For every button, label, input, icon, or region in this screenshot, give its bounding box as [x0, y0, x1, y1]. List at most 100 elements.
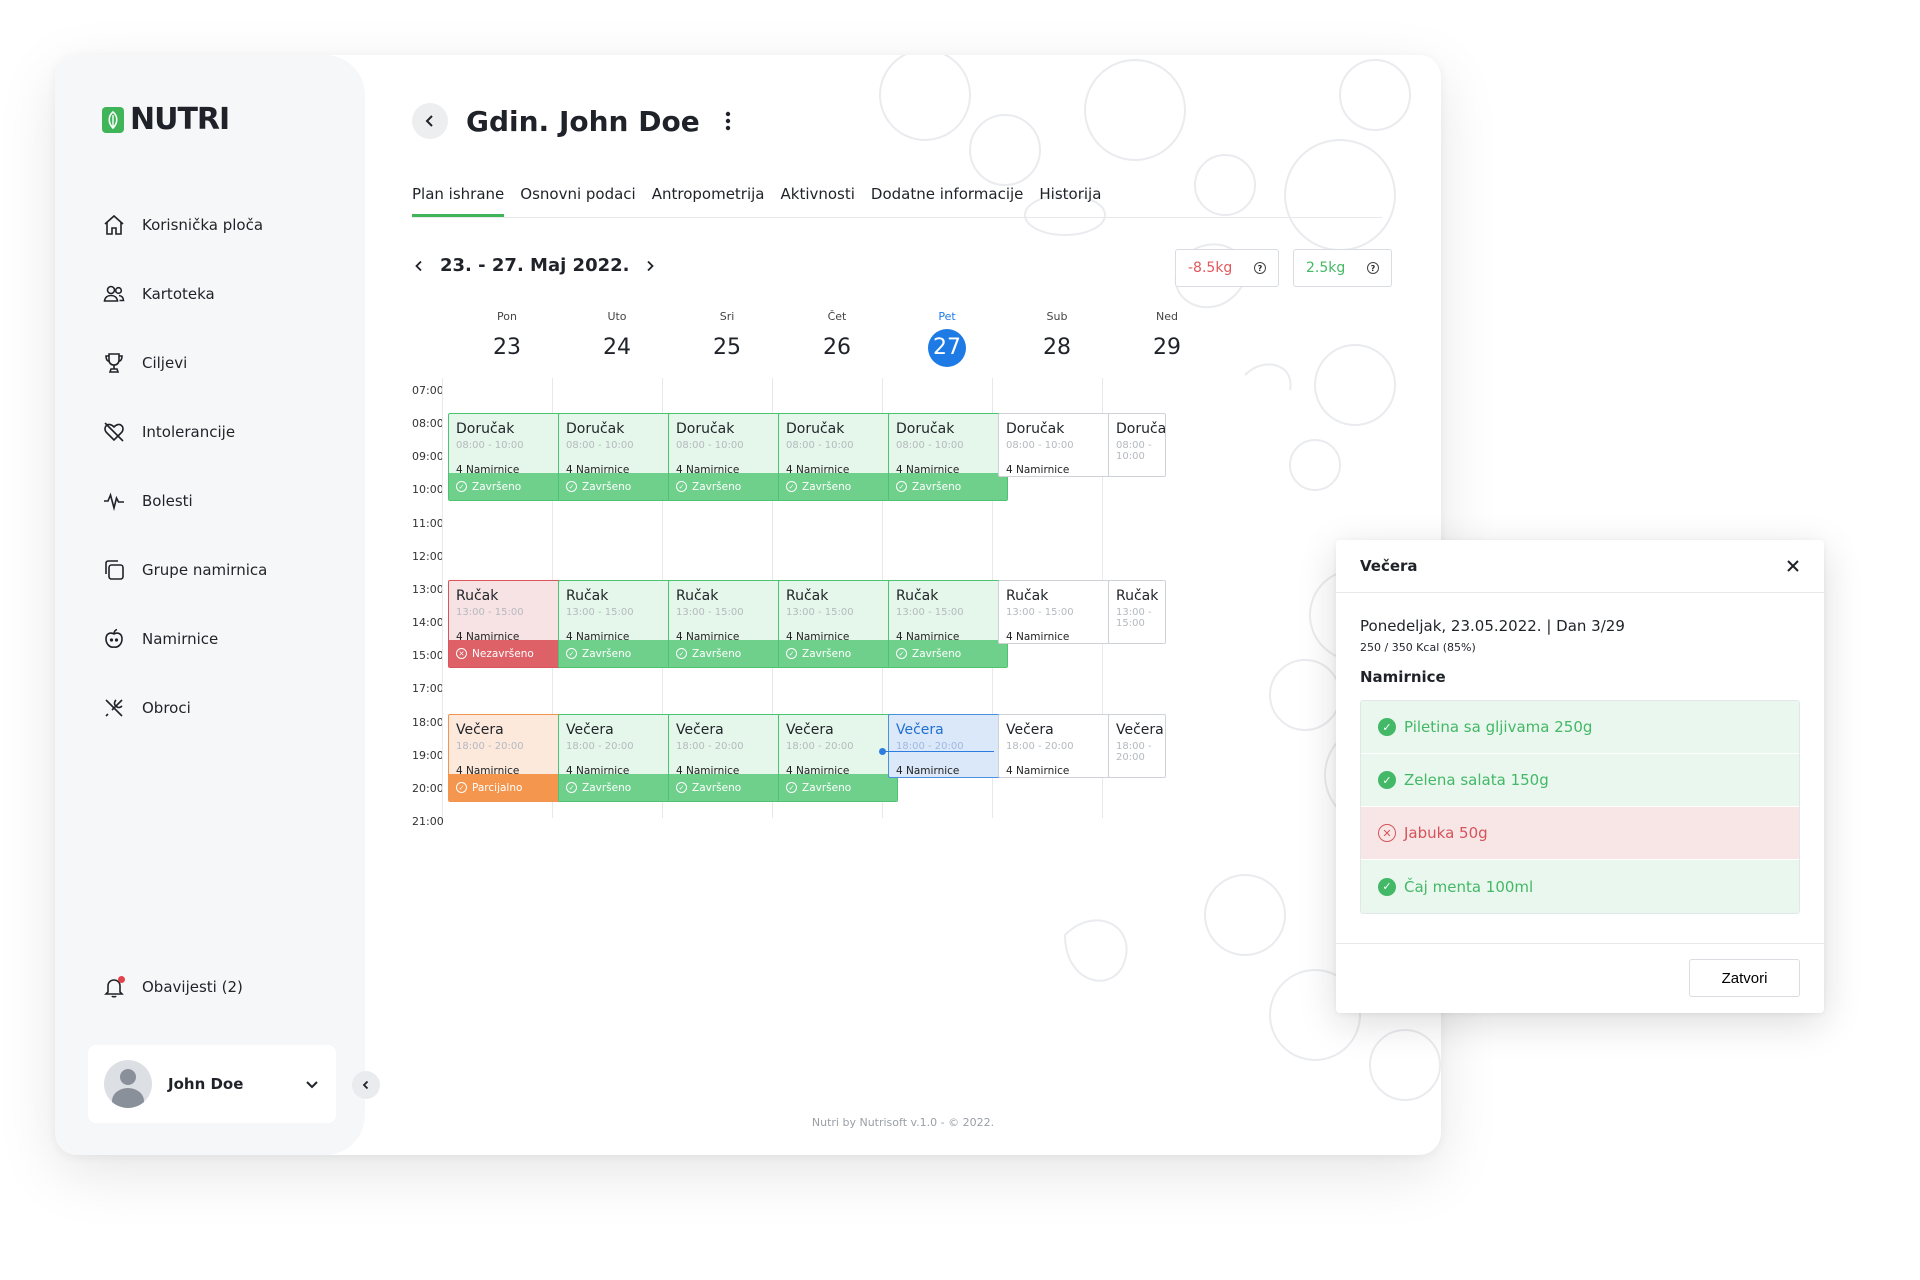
meal-status-badge: ✓ Završeno	[669, 473, 787, 500]
next-week-button[interactable]	[643, 259, 657, 273]
meal-card[interactable]: Doručak 08:00 - 10:00 4 Namirnice ✓ Završeno	[888, 413, 1008, 501]
check-circle-icon: ✓	[786, 782, 797, 793]
arrow-left-icon	[425, 115, 433, 127]
sidebar-item-food-groups[interactable]: Grupe namirnica	[102, 535, 342, 604]
meal-status-label: Završeno	[582, 647, 632, 660]
app-window: NUTRI Korisnička ploča Kartoteka Ciljevi…	[55, 55, 1441, 1155]
meal-card[interactable]: Večera18:00 - 20:004 Namirnice	[1108, 714, 1166, 778]
ingredient-row[interactable]: ✓ Čaj menta 100ml	[1361, 860, 1799, 913]
meal-time: 08:00 - 10:00	[676, 440, 744, 451]
time-label: 11:00	[412, 517, 444, 530]
close-button[interactable]: Zatvori	[1689, 959, 1800, 997]
check-circle-icon: ✓	[676, 648, 687, 659]
meal-title: Večera	[896, 722, 944, 738]
tab-anthropometry[interactable]: Antropometrija	[652, 185, 765, 217]
notifications-label: Obavijesti (2)	[142, 978, 243, 996]
pulse-icon	[104, 492, 124, 511]
meal-card[interactable]: Ručak 13:00 - 15:00 4 Namirnice ✓ Završeno	[558, 580, 678, 668]
sidebar-item-goals[interactable]: Ciljevi	[102, 328, 342, 397]
sidebar-item-label: Intolerancije	[142, 422, 236, 441]
day-header[interactable]: Ned 29	[1100, 310, 1234, 367]
current-time-dot	[879, 748, 886, 755]
time-label: 19:00	[412, 749, 444, 762]
meal-status-label: Završeno	[912, 647, 962, 660]
meal-card[interactable]: Doručak 08:00 - 10:00 4 Namirnice ✓ Završeno	[558, 413, 678, 501]
back-button[interactable]	[412, 103, 448, 139]
meal-time: 18:00 - 20:00	[1006, 741, 1074, 752]
sidebar-item-records[interactable]: Kartoteka	[102, 259, 342, 328]
sidebar-item-label: Korisnička ploča	[142, 215, 264, 234]
meal-card[interactable]: Ručak 13:00 - 15:00 4 Namirnice ✓ Završeno	[668, 580, 788, 668]
meal-card[interactable]: Večera18:00 - 20:004 Namirnice	[998, 714, 1118, 778]
user-menu[interactable]: John Doe	[88, 1045, 336, 1123]
meal-card[interactable]: Večera 18:00 - 20:00 4 Namirnice ✓ Završeno	[778, 714, 898, 802]
time-label: 18:00	[412, 716, 444, 729]
week-range-label: 23. - 27. Maj 2022.	[440, 255, 630, 276]
sidebar-item-diseases[interactable]: Bolesti	[102, 466, 342, 535]
profile-tabs: Plan ishrane Osnovni podaci Antropometri…	[412, 185, 1382, 218]
ingredient-row[interactable]: ✓ Zelena salata 150g	[1361, 754, 1799, 807]
logo[interactable]: NUTRI	[102, 102, 230, 137]
leaf-icon	[102, 106, 124, 133]
ingredient-label: Čaj menta 100ml	[1404, 877, 1534, 896]
tab-history[interactable]: Historija	[1039, 185, 1101, 217]
meal-card[interactable]: Doručak 08:00 - 10:00 4 Namirnice ✓ Završeno	[668, 413, 788, 501]
day-name: Ned	[1156, 310, 1178, 323]
meal-card[interactable]: Ručak13:00 - 15:004 Namirnice	[998, 580, 1118, 644]
check-circle-icon: ✓	[786, 648, 797, 659]
meal-time: 08:00 - 10:00	[566, 440, 634, 451]
meal-time: 13:00 - 15:00	[1006, 607, 1074, 618]
meal-card[interactable]: Večera18:00 - 20:004 Namirnice	[888, 714, 1008, 778]
meal-card[interactable]: Ručak13:00 - 15:004 Namirnice	[1108, 580, 1166, 644]
close-modal-button[interactable]	[1786, 559, 1800, 573]
sidebar-item-meals[interactable]: Obroci	[102, 673, 342, 742]
modal-header: Večera	[1336, 540, 1824, 593]
time-label: 15:00	[412, 649, 444, 662]
meal-card[interactable]: Doručak 08:00 - 10:00 4 Namirnice ✓ Završeno	[448, 413, 568, 501]
footer-text: Nutri by Nutrisoft v.1.0 - © 2022.	[811, 1116, 995, 1129]
meal-card[interactable]: Ručak 13:00 - 15:00 4 Namirnice ✕ Nezavršeno	[448, 580, 568, 668]
modal-footer: Zatvori	[1336, 943, 1824, 1013]
more-options-button[interactable]	[718, 107, 738, 135]
weight-change-stat[interactable]: -8.5kg ?	[1175, 249, 1279, 287]
weight-target-stat[interactable]: 2.5kg ?	[1293, 249, 1392, 287]
meal-status-badge: ✓ Završeno	[669, 640, 787, 667]
sidebar-item-foods[interactable]: Namirnice	[102, 604, 342, 673]
check-circle-icon: ✓	[566, 782, 577, 793]
page-header: Gdin. John Doe	[412, 103, 738, 139]
meal-card[interactable]: Doručak08:00 - 10:004 Namirnice	[998, 413, 1118, 477]
meal-card[interactable]: Doručak08:00 - 10:004 Namirnice	[1108, 413, 1166, 477]
meal-time: 13:00 - 15:00	[676, 607, 744, 618]
tab-meal-plan[interactable]: Plan ishrane	[412, 185, 505, 217]
meal-status-label: Završeno	[582, 480, 632, 493]
collapse-sidebar-button[interactable]	[352, 1071, 380, 1099]
ingredients-list: ✓ Piletina sa gljivama 250g ✓ Zelena salata…	[1360, 700, 1800, 914]
home-icon	[104, 214, 124, 235]
meal-card[interactable]: Ručak 13:00 - 15:00 4 Namirnice ✓ Završeno	[888, 580, 1008, 668]
sidebar-item-dashboard[interactable]: Korisnička ploča	[102, 190, 342, 259]
sidebar-item-intolerances[interactable]: Intolerancije	[102, 397, 342, 466]
meal-status-label: Završeno	[692, 781, 742, 794]
ingredient-row[interactable]: ✓ Piletina sa gljivama 250g	[1361, 701, 1799, 754]
previous-week-button[interactable]	[412, 259, 426, 273]
meal-card[interactable]: Večera 18:00 - 20:00 4 Namirnice ✓ Završeno	[668, 714, 788, 802]
sidebar-nav: Korisnička ploča Kartoteka Ciljevi Intol…	[102, 190, 342, 742]
check-circle-icon: ✓	[456, 481, 467, 492]
meal-title: Ručak	[896, 588, 939, 604]
meal-status-label: Parcijalno	[472, 781, 523, 794]
tab-basic-data[interactable]: Osnovni podaci	[520, 185, 635, 217]
meal-card[interactable]: Večera 18:00 - 20:00 4 Namirnice ✓ Završeno	[558, 714, 678, 802]
meal-title: Ručak	[456, 588, 499, 604]
check-circle-icon: ✓	[456, 782, 467, 793]
tab-activities[interactable]: Aktivnosti	[781, 185, 855, 217]
cutlery-icon	[105, 698, 123, 717]
meal-card[interactable]: Večera 18:00 - 20:00 4 Namirnice ✓ Parcijaln…	[448, 714, 568, 802]
meal-title: Ručak	[786, 588, 829, 604]
tab-additional-info[interactable]: Dodatne informacije	[871, 185, 1023, 217]
ingredient-row[interactable]: ✕ Jabuka 50g	[1361, 807, 1799, 860]
meal-card[interactable]: Doručak 08:00 - 10:00 4 Namirnice ✓ Završeno	[778, 413, 898, 501]
user-name: John Doe	[168, 1075, 244, 1093]
notifications-link[interactable]: Obavijesti (2)	[102, 975, 243, 999]
meal-status-label: Završeno	[802, 480, 852, 493]
meal-card[interactable]: Ručak 13:00 - 15:00 4 Namirnice ✓ Završeno	[778, 580, 898, 668]
